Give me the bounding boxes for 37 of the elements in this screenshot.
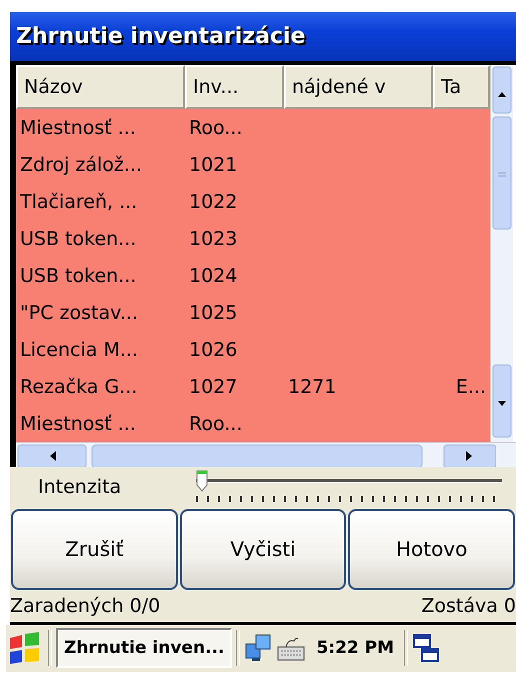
table-cell: USB token... (20, 228, 136, 250)
column-header[interactable]: Názov (16, 65, 185, 110)
intensity-slider[interactable] (196, 470, 502, 504)
slider-label: Intenzita (37, 476, 122, 498)
table-cell: Roo... (189, 412, 242, 435)
table-cell: Tlačiareň, ... (20, 190, 138, 213)
table-cell: Miestnosť ... (20, 412, 136, 435)
action-button[interactable]: Vyčisti (180, 509, 346, 590)
status-text: Zostáva 0 (421, 594, 516, 617)
table-cell: Zdroj zálož... (20, 154, 142, 176)
windows-icon (412, 632, 440, 664)
action-button[interactable]: Hotovo (348, 509, 516, 590)
table-cell: 1021 (189, 154, 238, 176)
status-text: Zaradených 0/0 (10, 594, 160, 617)
column-header[interactable]: nájdené v (284, 65, 433, 110)
slider-thumb[interactable] (196, 470, 208, 492)
table-cell: 1023 (189, 228, 238, 250)
table-cell: E... (456, 376, 486, 398)
table-cell: 1025 (189, 302, 238, 324)
table-cell: 1024 (189, 264, 238, 287)
table-cell: "PC zostav... (20, 302, 138, 324)
slider-thumb-icon (196, 470, 208, 492)
table-cell: 1022 (189, 190, 238, 213)
window-title: Zhrnutie inventarizácie (16, 24, 306, 49)
table-cell: USB token... (20, 264, 136, 287)
table-cell: 1026 (189, 338, 238, 361)
taskbar-task-button[interactable]: Zhrnutie inven... (56, 628, 232, 668)
table-cell: Licencia M... (20, 338, 138, 361)
action-button[interactable]: Zrušiť (11, 509, 178, 590)
clock-time[interactable]: 5:22 PM (316, 638, 394, 658)
table-cell: 1027 (189, 376, 238, 398)
table-cell: Miestnosť ... (20, 116, 136, 139)
table-cell: Roo... (189, 116, 242, 139)
table-cell: Rezačka G... (20, 376, 138, 398)
column-header[interactable]: Ta (433, 65, 490, 110)
column-header[interactable]: Inv... (185, 65, 284, 110)
table-cell: 1271 (288, 376, 336, 398)
